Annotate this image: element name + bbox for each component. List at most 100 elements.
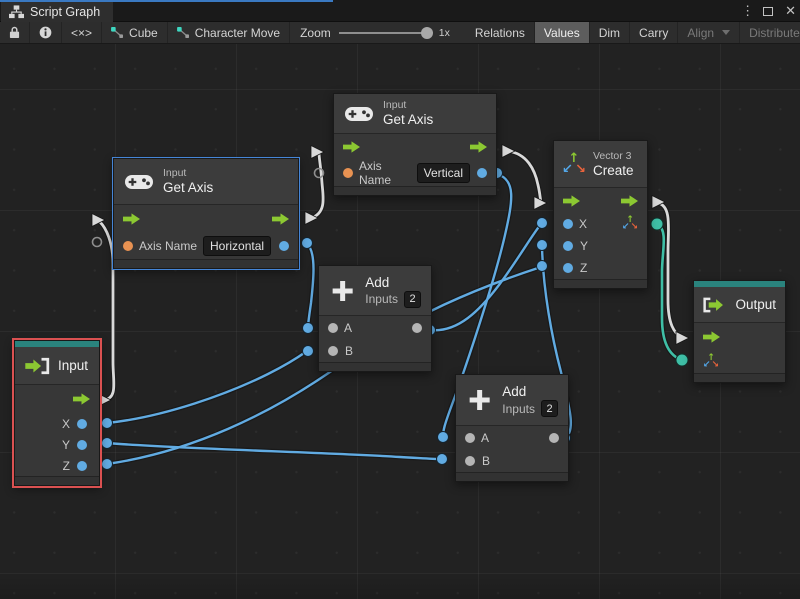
zoom-level: 1x bbox=[439, 27, 450, 39]
port-label: X bbox=[62, 417, 70, 431]
breadcrumb-label: Character Move bbox=[195, 26, 280, 40]
node-get-axis-vertical[interactable]: Input Get Axis Axis Name Vertical bbox=[333, 93, 497, 196]
tab-script-graph[interactable]: Script Graph bbox=[1, 2, 113, 22]
lock-icon bbox=[9, 26, 20, 39]
graph-breadcrumb-character-move[interactable]: Character Move bbox=[168, 22, 290, 43]
flow-out-port[interactable] bbox=[621, 195, 638, 207]
flow-in-port[interactable] bbox=[563, 195, 580, 207]
node-footer bbox=[456, 472, 568, 481]
node-footer bbox=[15, 476, 99, 485]
dim-toggle[interactable]: Dim bbox=[590, 22, 630, 43]
wire-input-y-to-add2-b bbox=[107, 443, 441, 459]
code-view-label: <×> bbox=[71, 26, 92, 40]
input-port-x[interactable] bbox=[563, 219, 573, 229]
values-toggle[interactable]: Values bbox=[535, 22, 590, 43]
unconnected-port-ring bbox=[93, 238, 102, 247]
flow-out-port[interactable] bbox=[470, 141, 487, 153]
node-title: Input bbox=[58, 357, 88, 374]
node-category: Vector 3 bbox=[593, 150, 634, 162]
flow-cap bbox=[502, 145, 515, 158]
vector3-out-port[interactable]: ↑↙↘ bbox=[622, 216, 638, 232]
graph-toolbar: <×> Cube Character Move Zoom 1x bbox=[0, 22, 800, 44]
zoom-label: Zoom bbox=[300, 26, 331, 40]
carry-label: Carry bbox=[639, 26, 668, 40]
vector3-in-port[interactable]: ↑↙↘ bbox=[703, 354, 719, 370]
inputs-label: Inputs bbox=[502, 403, 535, 415]
script-graph-asset-icon bbox=[177, 27, 190, 38]
node-category: Input bbox=[383, 99, 433, 111]
string-port-axis-name[interactable] bbox=[343, 168, 353, 178]
zoom-slider[interactable] bbox=[339, 22, 431, 44]
input-port-z[interactable] bbox=[563, 263, 573, 273]
flow-in-port[interactable] bbox=[703, 331, 720, 343]
node-title: Add bbox=[502, 383, 558, 400]
node-vector3-create[interactable]: ↑↙↘ Vector 3 Create X ↑↙↘ bbox=[553, 140, 648, 289]
zoom-slider-handle[interactable] bbox=[421, 27, 433, 39]
relations-label: Relations bbox=[475, 26, 525, 40]
flow-in-port[interactable] bbox=[343, 141, 360, 153]
string-port-axis-name[interactable] bbox=[123, 241, 133, 251]
flow-cap bbox=[676, 332, 689, 345]
port-label: Axis Name bbox=[359, 159, 411, 187]
relations-toggle[interactable]: Relations bbox=[466, 22, 535, 43]
inputs-count-field[interactable]: 2 bbox=[404, 291, 421, 308]
input-port-y[interactable] bbox=[563, 241, 573, 251]
axis-name-field[interactable]: Horizontal bbox=[203, 236, 271, 256]
node-footer bbox=[694, 373, 785, 382]
node-add-1[interactable]: Add Inputs 2 A B bbox=[318, 265, 432, 372]
axis-name-field[interactable]: Vertical bbox=[417, 163, 470, 183]
script-graph-window: Script Graph ⋮ ✕ <×> bbox=[0, 0, 800, 599]
close-icon[interactable]: ✕ bbox=[785, 3, 796, 19]
flow-out-port[interactable] bbox=[73, 393, 90, 405]
node-get-axis-horizontal[interactable]: Input Get Axis Axis Name Horizontal bbox=[113, 158, 299, 269]
graph-hierarchy-icon bbox=[9, 5, 24, 19]
code-view-button[interactable]: <×> bbox=[62, 22, 102, 43]
carry-toggle[interactable]: Carry bbox=[630, 22, 678, 43]
port-label: B bbox=[345, 344, 353, 358]
distribute-label: Distribute bbox=[749, 26, 800, 40]
tab-bar: Script Graph ⋮ ✕ bbox=[0, 0, 800, 22]
node-input-event[interactable]: Input X Y Z bbox=[14, 340, 100, 486]
maximize-icon[interactable] bbox=[763, 7, 773, 16]
node-title: Output bbox=[735, 296, 776, 313]
input-port-b[interactable] bbox=[465, 456, 475, 466]
out-port-x[interactable] bbox=[77, 419, 87, 429]
vector3-icon: ↑↙↘ bbox=[562, 152, 586, 176]
graph-breadcrumb-cube[interactable]: Cube bbox=[102, 22, 168, 43]
node-title: Add bbox=[365, 274, 421, 291]
distribute-menu[interactable]: Distribute bbox=[740, 22, 800, 43]
wire-input-x-to-add1-b bbox=[107, 351, 307, 423]
port-label: Z bbox=[580, 261, 587, 275]
breadcrumb-label: Cube bbox=[129, 26, 158, 40]
input-port-a[interactable] bbox=[328, 323, 338, 333]
lock-button[interactable] bbox=[0, 22, 30, 43]
flow-in-port[interactable] bbox=[123, 213, 140, 225]
window-menu-icon[interactable]: ⋮ bbox=[741, 3, 751, 19]
sum-out-port[interactable] bbox=[412, 323, 422, 333]
out-port-z[interactable] bbox=[77, 461, 87, 471]
input-port-a[interactable] bbox=[465, 433, 475, 443]
value-out-port[interactable] bbox=[279, 241, 289, 251]
port-label: X bbox=[579, 217, 587, 231]
align-menu[interactable]: Align bbox=[678, 22, 740, 43]
inputs-count-field[interactable]: 2 bbox=[541, 400, 558, 417]
port-label: A bbox=[344, 321, 352, 335]
gamepad-icon bbox=[344, 104, 374, 124]
node-output-event[interactable]: Output ↑↙↘ bbox=[693, 280, 786, 383]
value-out-port[interactable] bbox=[477, 168, 487, 178]
port-label: Y bbox=[62, 438, 70, 452]
port-label: Z bbox=[63, 459, 70, 473]
chevron-down-icon bbox=[722, 30, 730, 35]
plus-icon bbox=[329, 277, 356, 305]
align-label: Align bbox=[687, 26, 714, 40]
inspect-button[interactable] bbox=[30, 22, 62, 43]
sum-out-port[interactable] bbox=[549, 433, 559, 443]
zoom-slider-track bbox=[339, 32, 431, 34]
flow-out-port[interactable] bbox=[272, 213, 289, 225]
node-footer bbox=[319, 362, 431, 371]
dim-label: Dim bbox=[599, 26, 620, 40]
node-add-2[interactable]: Add Inputs 2 A B bbox=[455, 374, 569, 482]
node-title: Get Axis bbox=[163, 179, 213, 196]
out-port-y[interactable] bbox=[77, 440, 87, 450]
input-port-b[interactable] bbox=[328, 346, 338, 356]
